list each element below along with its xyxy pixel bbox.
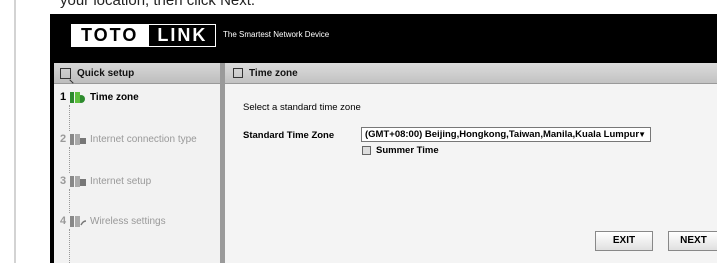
- logo-part1: TOTO: [71, 24, 149, 47]
- step-connector: [69, 189, 71, 213]
- step-progress-bar: [70, 215, 74, 227]
- screenshot-bottom-edge: [50, 263, 717, 277]
- step-progress-bar: [70, 91, 74, 103]
- step-connector: [69, 229, 71, 263]
- step-wireless-settings[interactable]: 4 Wireless settings: [60, 215, 166, 227]
- time-zone-selected-value: (GMT+08:00) Beijing,Hongkong,Taiwan,Mani…: [365, 129, 640, 140]
- sidebar-title: Quick setup: [77, 67, 135, 79]
- header-bar: TOTO LINK The Smartest Network Device: [50, 14, 717, 60]
- step-label: Time zone: [90, 91, 139, 103]
- time-zone-select[interactable]: (GMT+08:00) Beijing,Hongkong,Taiwan,Mani…: [361, 127, 651, 142]
- summer-time-option[interactable]: Summer Time: [362, 145, 439, 156]
- tagline: The Smartest Network Device: [223, 30, 330, 39]
- step-progress-bar: [70, 175, 74, 187]
- panel-header: Time zone: [225, 63, 717, 84]
- logo-part2: LINK: [148, 24, 217, 47]
- settings-icon: [75, 175, 86, 187]
- step-internet-connection-type[interactable]: 2 Internet connection type: [60, 133, 197, 145]
- step-label: Wireless settings: [90, 215, 166, 227]
- globe-icon: [75, 91, 86, 103]
- panel-title: Time zone: [249, 67, 298, 79]
- magnifier-icon: [60, 67, 71, 79]
- document-caption: your location, then click Next.: [60, 0, 256, 9]
- step-label: Internet connection type: [90, 133, 197, 145]
- step-connector: [69, 147, 71, 173]
- step-number: 3: [60, 175, 67, 187]
- window-icon: [233, 68, 243, 78]
- brand-logo: TOTO LINK: [71, 24, 217, 47]
- next-button[interactable]: NEXT: [668, 231, 717, 251]
- exit-button[interactable]: EXIT: [595, 231, 653, 251]
- network-icon: [75, 133, 86, 145]
- step-number: 4: [60, 215, 67, 227]
- step-progress-bar: [70, 133, 74, 145]
- summer-time-label: Summer Time: [376, 145, 439, 156]
- page-margin-rule: [14, 0, 16, 263]
- time-zone-label: Standard Time Zone: [243, 130, 335, 141]
- instruction-text: Select a standard time zone: [243, 102, 361, 113]
- step-number: 2: [60, 133, 67, 145]
- quick-setup-sidebar: Quick setup 1 Time zone 2 Internet conne…: [54, 63, 221, 263]
- step-number: 1: [60, 91, 67, 103]
- step-internet-setup[interactable]: 3 Internet setup: [60, 175, 151, 187]
- step-label: Internet setup: [90, 175, 152, 187]
- step-connector: [69, 105, 71, 131]
- summer-time-checkbox[interactable]: [362, 146, 371, 155]
- time-zone-panel: Time zone Select a standard time zone St…: [225, 63, 717, 263]
- step-time-zone[interactable]: 1 Time zone: [60, 91, 139, 103]
- router-setup-screenshot: TOTO LINK The Smartest Network Device Qu…: [50, 14, 717, 277]
- chevron-down-icon: ▼: [638, 130, 646, 139]
- wifi-icon: [75, 215, 87, 227]
- sidebar-header: Quick setup: [54, 63, 220, 84]
